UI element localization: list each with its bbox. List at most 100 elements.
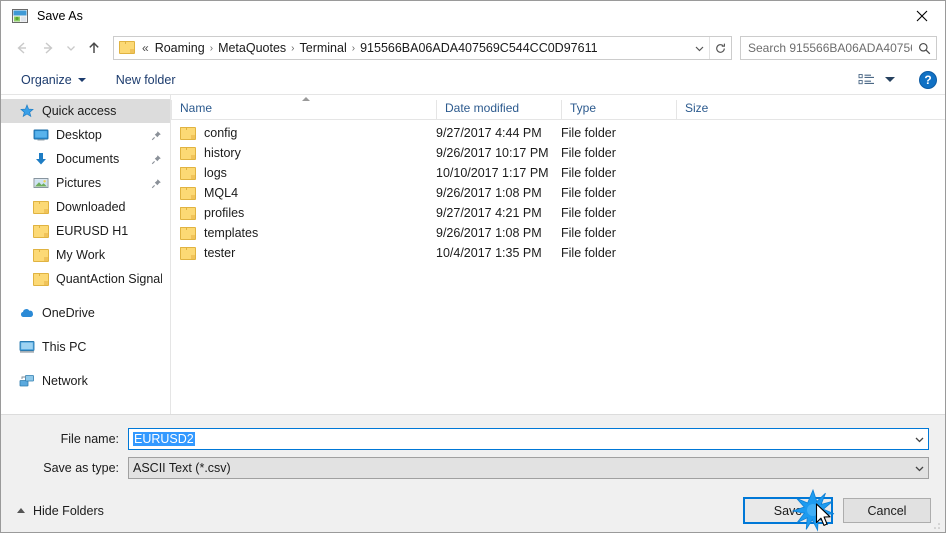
sidebar-item-this-pc[interactable]: This PC (1, 335, 170, 359)
sidebar-item-pictures[interactable]: Pictures (1, 171, 170, 195)
pin-icon[interactable] (151, 178, 162, 189)
breadcrumb: « Roaming › MetaQuotes › Terminal › 9155… (139, 40, 689, 56)
chevron-up-icon (17, 508, 25, 513)
recent-locations-button[interactable] (61, 35, 81, 61)
sidebar-item-eurusd-h1[interactable]: EURUSD H1 (1, 219, 170, 243)
sidebar-label: This PC (42, 340, 87, 354)
folder-icon (33, 199, 49, 215)
file-date: 9/26/2017 1:08 PM (436, 226, 542, 240)
sidebar-item-my-work[interactable]: My Work (1, 243, 170, 267)
sidebar-item-desktop[interactable]: Desktop (1, 123, 170, 147)
file-date: 9/26/2017 10:17 PM (436, 146, 549, 160)
file-name: config (204, 126, 238, 140)
column-header-size[interactable]: Size (676, 100, 756, 119)
table-row[interactable]: templates 9/26/2017 1:08 PM File folder (171, 223, 945, 243)
file-date: 10/4/2017 1:35 PM (436, 246, 542, 260)
sidebar-label: OneDrive (42, 306, 95, 320)
list-view-icon[interactable] (856, 71, 878, 89)
table-row[interactable]: MQL4 9/26/2017 1:08 PM File folder (171, 183, 945, 203)
window-title: Save As (37, 9, 83, 23)
file-name-cell: templates (171, 226, 436, 240)
file-name: MQL4 (204, 186, 239, 200)
star-icon (19, 103, 35, 119)
folder-icon (33, 223, 49, 239)
refresh-icon[interactable] (709, 37, 731, 59)
sidebar-label: Pictures (56, 176, 102, 190)
chevron-down-icon[interactable] (911, 434, 928, 445)
table-row[interactable]: tester 10/4/2017 1:35 PM File folder (171, 243, 945, 263)
save-as-type-select[interactable]: ASCII Text (*.csv) (128, 457, 929, 479)
navigation-bar: « Roaming › MetaQuotes › Terminal › 9155… (1, 31, 945, 65)
cancel-button[interactable]: Cancel (843, 498, 931, 523)
save-as-type-row: Save as type: ASCII Text (*.csv) (17, 457, 929, 479)
folder-icon (180, 146, 196, 160)
forward-button[interactable] (35, 35, 61, 61)
column-header-date-modified[interactable]: Date modified (436, 100, 561, 119)
new-folder-button[interactable]: New folder (110, 68, 182, 92)
command-bar: Organize New folder ? (1, 65, 945, 95)
view-dropdown-icon[interactable] (885, 77, 895, 82)
title-bar: Save As (1, 1, 945, 31)
sidebar-item-network[interactable]: Network (1, 369, 170, 393)
breadcrumb-item-terminal[interactable]: Terminal (296, 40, 351, 56)
file-date: 9/27/2017 4:44 PM (436, 126, 542, 140)
search-icon[interactable] (912, 42, 936, 55)
file-name: profiles (204, 206, 245, 220)
file-type: File folder (561, 186, 616, 200)
table-row[interactable]: config 9/27/2017 4:44 PM File folder (171, 123, 945, 143)
resize-grip[interactable] (930, 518, 942, 530)
breadcrumb-item-metaquotes[interactable]: MetaQuotes (214, 40, 290, 56)
address-bar[interactable]: « Roaming › MetaQuotes › Terminal › 9155… (113, 36, 732, 60)
file-list-pane: Name Date modified Type Size config 9/27… (171, 95, 945, 414)
up-button[interactable] (81, 35, 107, 61)
table-row[interactable]: history 9/26/2017 10:17 PM File folder (171, 143, 945, 163)
search-input[interactable]: Search 915566BA06ADA40756... (741, 41, 912, 55)
help-icon[interactable]: ? (919, 70, 937, 89)
column-header-type[interactable]: Type (561, 100, 676, 119)
table-row[interactable]: logs 10/10/2017 1:17 PM File folder (171, 163, 945, 183)
search-box[interactable]: Search 915566BA06ADA40756... (740, 36, 937, 60)
file-name-cell: tester (171, 246, 436, 260)
sidebar-label: Documents (56, 152, 120, 166)
file-type: File folder (561, 146, 616, 160)
sidebar-label: Desktop (56, 128, 102, 142)
breadcrumb-item-roaming[interactable]: Roaming (151, 40, 209, 56)
close-button[interactable] (899, 1, 945, 31)
file-name-row: File name: EURUSD2 (17, 428, 929, 450)
pin-icon[interactable] (151, 130, 162, 141)
file-name-cell: config (171, 126, 436, 140)
chevron-down-icon[interactable] (911, 463, 928, 474)
sidebar-label: My Work (56, 248, 106, 262)
table-row[interactable]: profiles 9/27/2017 4:21 PM File folder (171, 203, 945, 223)
sidebar-item-onedrive[interactable]: OneDrive (1, 301, 170, 325)
dialog-body: Quick access Desktop Documents Pictures … (1, 95, 945, 414)
file-name-input[interactable]: EURUSD2 (128, 428, 929, 450)
pin-icon[interactable] (151, 154, 162, 165)
file-name-cell: history (171, 146, 436, 160)
sidebar-item-downloaded[interactable]: Downloaded (1, 195, 170, 219)
breadcrumb-item-guid[interactable]: 915566BA06ADA407569C544CC0D97611 (356, 40, 601, 56)
pictures-icon (33, 175, 49, 191)
address-dropdown-icon[interactable] (689, 37, 709, 59)
back-button[interactable] (9, 35, 35, 61)
file-name-cell: logs (171, 166, 436, 180)
folder-icon (33, 271, 49, 287)
file-name-cell: profiles (171, 206, 436, 220)
sidebar-item-quick-access[interactable]: Quick access (1, 99, 170, 123)
column-header-name[interactable]: Name (171, 100, 436, 119)
onedrive-icon (19, 305, 35, 321)
sidebar-label: QuantAction Signal (56, 272, 162, 286)
breadcrumb-overflow[interactable]: « (139, 41, 151, 55)
desktop-icon (33, 127, 49, 143)
sidebar-item-documents[interactable]: Documents (1, 147, 170, 171)
hide-folders-button[interactable]: Hide Folders (17, 504, 104, 518)
hide-folders-label: Hide Folders (33, 503, 104, 518)
organize-button[interactable]: Organize (15, 68, 92, 92)
save-button[interactable]: Save (743, 497, 833, 524)
sidebar-item-quantaction-signal[interactable]: QuantAction Signal (1, 267, 170, 291)
file-name-label: File name: (60, 432, 119, 446)
sidebar-label: Network (42, 374, 88, 388)
this-pc-icon (19, 339, 35, 355)
